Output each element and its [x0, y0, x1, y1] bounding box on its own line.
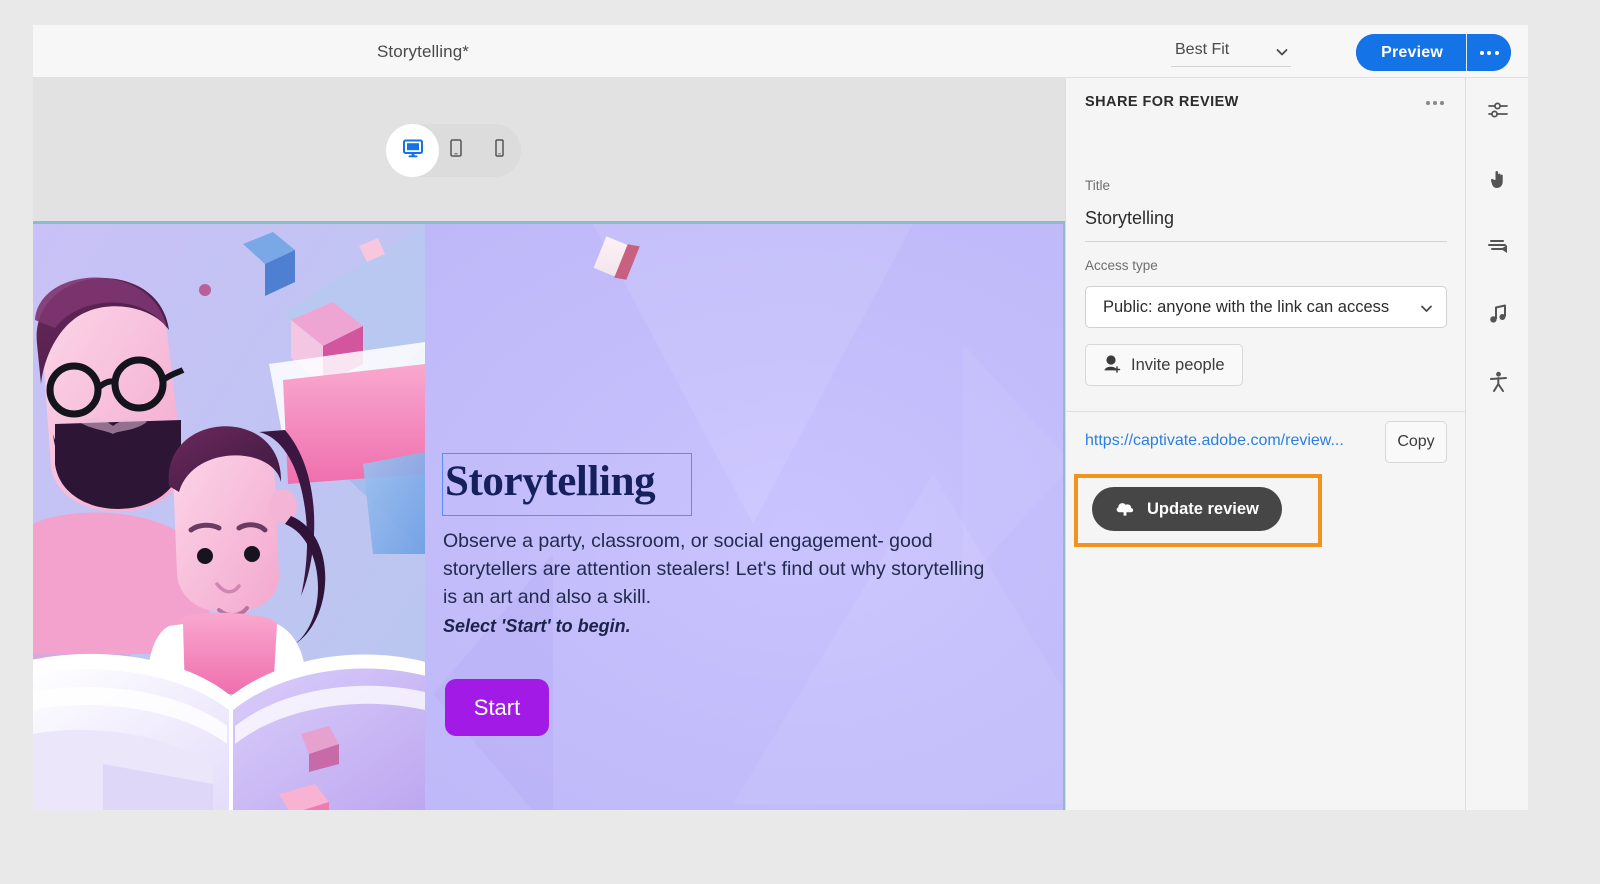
rail-item-audio[interactable]: [1479, 297, 1517, 335]
copy-link-button[interactable]: Copy: [1385, 421, 1447, 463]
hand-pointer-icon: [1486, 167, 1510, 196]
rail-item-interactions[interactable]: [1479, 162, 1517, 200]
panel-more-options-icon[interactable]: [1422, 94, 1448, 112]
update-review-label: Update review: [1147, 499, 1259, 518]
motion-effects-icon: [1486, 234, 1510, 263]
top-toolbar: Storytelling* Best Fit Preview: [33, 25, 1528, 78]
desktop-icon: [402, 137, 424, 164]
preview-more-options-icon[interactable]: [1467, 34, 1511, 71]
add-person-icon: [1102, 353, 1122, 378]
access-type-select[interactable]: Public: anyone with the link can access: [1085, 286, 1447, 328]
share-link[interactable]: https://captivate.adobe.com/review...: [1085, 432, 1344, 450]
share-for-review-panel: SHARE FOR REVIEW Title Storytelling Acce…: [1065, 78, 1466, 810]
music-note-icon: [1486, 302, 1510, 331]
invite-people-button[interactable]: Invite people: [1085, 344, 1243, 386]
slide-title-text[interactable]: Storytelling: [445, 457, 656, 506]
mobile-icon: [490, 138, 508, 163]
panel-heading: SHARE FOR REVIEW: [1085, 94, 1239, 110]
slide-content: Storytelling Observe a party, classroom,…: [33, 224, 1063, 810]
application-window: Storytelling* Best Fit Preview Storytell…: [33, 25, 1528, 810]
access-type-label: Access type: [1085, 258, 1158, 273]
device-toggle-desktop[interactable]: [386, 124, 439, 177]
zoom-level-select[interactable]: Best Fit: [1171, 37, 1291, 67]
update-review-button[interactable]: Update review: [1092, 487, 1282, 531]
divider: [1085, 241, 1447, 242]
preview-button[interactable]: Preview: [1356, 34, 1466, 71]
access-type-value: Public: anyone with the link can access: [1103, 298, 1390, 316]
sliders-icon: [1486, 98, 1510, 127]
title-input[interactable]: Storytelling: [1085, 208, 1174, 229]
tablet-icon: [446, 138, 466, 163]
right-toolbar-rail: [1465, 78, 1528, 810]
chevron-down-icon: [1275, 45, 1289, 59]
title-field-label: Title: [1085, 178, 1111, 193]
panel-header: SHARE FOR REVIEW: [1066, 78, 1466, 130]
rail-item-properties[interactable]: [1479, 93, 1517, 131]
share-link-row: https://captivate.adobe.com/review... Co…: [1066, 412, 1466, 474]
rail-item-effects[interactable]: [1479, 229, 1517, 267]
device-toggle-mobile[interactable]: [477, 124, 520, 177]
cloud-upload-icon: [1114, 498, 1136, 521]
slide-body-text[interactable]: Observe a party, classroom, or social en…: [443, 527, 1003, 611]
preview-button-group: Preview: [1356, 34, 1511, 71]
invite-people-label: Invite people: [1131, 355, 1225, 374]
chevron-down-icon: [1419, 301, 1434, 316]
start-button[interactable]: Start: [445, 679, 549, 736]
illustration-image: [33, 224, 425, 810]
rail-item-accessibility[interactable]: [1479, 365, 1517, 403]
document-title: Storytelling*: [376, 42, 469, 61]
accessibility-person-icon: [1486, 370, 1510, 399]
screenshot-canvas: Storytelling* Best Fit Preview Storytell…: [0, 0, 1600, 884]
slide-canvas[interactable]: Storytelling Observe a party, classroom,…: [33, 221, 1065, 810]
device-preview-toggle: [386, 124, 521, 177]
divider: [1466, 34, 1467, 71]
canvas-area: Storytelling Observe a party, classroom,…: [33, 78, 1065, 810]
device-toggle-tablet[interactable]: [434, 124, 477, 177]
zoom-level-value: Best Fit: [1175, 41, 1230, 58]
slide-cta-note[interactable]: Select 'Start' to begin.: [443, 616, 631, 637]
